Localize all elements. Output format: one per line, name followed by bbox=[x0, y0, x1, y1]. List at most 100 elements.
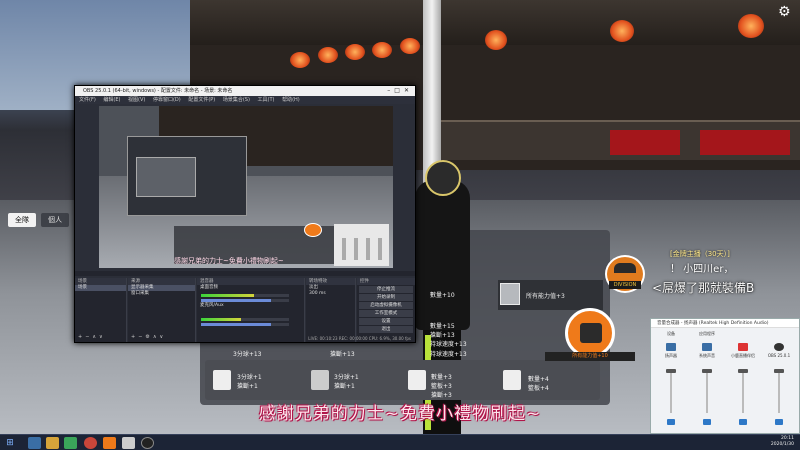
volume-slider[interactable] bbox=[738, 369, 748, 373]
settings-button[interactable]: 设置 bbox=[359, 318, 413, 325]
game-icon[interactable] bbox=[103, 437, 116, 449]
app-icon[interactable] bbox=[64, 437, 77, 449]
mixer-group-label bbox=[727, 331, 759, 343]
ability-line: 籃板+3 bbox=[431, 383, 452, 390]
mixer-column: 应用程序 系统声音 bbox=[691, 331, 723, 431]
ability-line: 3分球+1 bbox=[237, 374, 262, 381]
transitions-header: 转场特效 bbox=[306, 278, 355, 285]
mixer-channel-label: 桌面音频 bbox=[200, 285, 218, 290]
scenes-dock: 场景 场景 +−∧∨ bbox=[75, 278, 127, 342]
mic-slider[interactable] bbox=[201, 323, 289, 326]
window-controls[interactable]: –□✕ bbox=[387, 86, 413, 96]
mixer-channel-name: OBS 25.0.1 bbox=[767, 353, 791, 358]
mixer-group-label: 应用程序 bbox=[699, 331, 715, 336]
volume-slider[interactable] bbox=[666, 369, 676, 373]
ability-line: 搶斷+1 bbox=[237, 383, 258, 390]
ability-line: 數量+10 bbox=[430, 292, 455, 299]
lantern bbox=[400, 38, 420, 54]
exit-button[interactable]: 退出 bbox=[359, 326, 413, 333]
ie-icon[interactable] bbox=[28, 437, 41, 449]
mute-icon[interactable] bbox=[703, 419, 711, 425]
desktop-audio-slider[interactable] bbox=[201, 299, 289, 302]
menu-edit[interactable]: 编辑(E) bbox=[103, 97, 120, 103]
chat-user-badge: [金牌主播（30天）] bbox=[670, 250, 730, 258]
obs-title: OBS 25.0.1 (64-bit, windows) - 配置文件: 未命名… bbox=[83, 88, 233, 94]
menu-help[interactable]: 帮助(H) bbox=[282, 97, 300, 103]
obs-window[interactable]: OBS 25.0.1 (64-bit, windows) - 配置文件: 未命名… bbox=[74, 85, 416, 343]
team-icon bbox=[500, 283, 520, 305]
mixer-channel-label: 麦克风/Aux bbox=[200, 303, 224, 308]
studio-mode-button[interactable]: 工作室模式 bbox=[359, 310, 413, 317]
browser-icon[interactable] bbox=[84, 437, 97, 449]
sources-dock: 来源 显示器采集 窗口采集 +−⚙∧∨ bbox=[128, 278, 196, 342]
menu-file[interactable]: 文件(F) bbox=[79, 97, 96, 103]
menu-view[interactable]: 视图(V) bbox=[128, 97, 145, 103]
ability-line: 數量+15 bbox=[430, 323, 455, 330]
team-ability-header: 所有能力值+3 bbox=[498, 280, 603, 310]
tab-personal[interactable]: 個人 bbox=[41, 213, 69, 227]
thanks-banner: 感謝兄弟的力士~免費小禮物刷起~ bbox=[258, 404, 542, 424]
source-item[interactable]: 窗口采集 bbox=[128, 291, 195, 297]
mixer-channel-name: 小鹿直播伴侣 bbox=[731, 353, 755, 358]
volume-mixer-window[interactable]: 音量合成器 - 扬声器 (Realtek High Definition Aud… bbox=[650, 318, 800, 434]
controls-dock: 控件 停止推流 开始录制 启动虚拟摄像机 工作室模式 设置 退出 bbox=[357, 278, 415, 342]
transition-duration[interactable]: 300 ms bbox=[306, 291, 355, 297]
controls-header: 控件 bbox=[357, 278, 415, 285]
volume-slider[interactable] bbox=[774, 369, 784, 373]
lantern bbox=[485, 30, 507, 50]
start-recording-button[interactable]: 开始录制 bbox=[359, 294, 413, 301]
transitions-dock: 转场特效 淡出 300 ms bbox=[306, 278, 356, 342]
gear-icon[interactable]: ⚙ bbox=[778, 4, 794, 20]
scene-item[interactable]: 场景 bbox=[75, 285, 126, 291]
reward-icon bbox=[213, 370, 231, 390]
mixer-header: 混音器 bbox=[197, 278, 304, 285]
lantern bbox=[610, 20, 634, 42]
clock[interactable]: 20:11 2020/1/30 bbox=[771, 436, 794, 448]
start-icon[interactable]: ⊞ bbox=[4, 437, 16, 449]
ability-line: 搶斷+13 bbox=[330, 351, 355, 358]
ability-line: 3分球+13 bbox=[233, 351, 262, 358]
menu-scene-collection[interactable]: 场景集合(S) bbox=[223, 97, 250, 103]
obs-icon bbox=[774, 343, 784, 351]
tab-team[interactable]: 全隊 bbox=[8, 213, 36, 227]
ability-line: 籃板+4 bbox=[528, 385, 549, 392]
obs-preview[interactable]: 感謝兄弟的力士~免費小禮物刷起~ bbox=[99, 106, 393, 268]
mixer-column: 设备 扬声器 bbox=[655, 331, 687, 431]
clock-date: 2020/1/30 bbox=[770, 442, 794, 447]
virtual-camera-button[interactable]: 启动虚拟摄像机 bbox=[359, 302, 413, 309]
avatar-text: DIVISION bbox=[609, 281, 641, 289]
desktop-audio-meter bbox=[201, 294, 289, 297]
system-sounds-icon bbox=[702, 343, 712, 351]
ability-line: 持球速度+13 bbox=[430, 341, 467, 348]
folder-icon[interactable] bbox=[46, 437, 59, 449]
lantern bbox=[290, 52, 310, 68]
mute-icon[interactable] bbox=[667, 419, 675, 425]
chat-avatar: DIVISION bbox=[605, 255, 645, 293]
team-ability-text: 所有能力值+3 bbox=[526, 293, 565, 300]
red-panel bbox=[700, 130, 790, 155]
menu-tools[interactable]: 工具(T) bbox=[258, 97, 275, 103]
menu-profile[interactable]: 配置文件(P) bbox=[188, 97, 215, 103]
mute-icon[interactable] bbox=[775, 419, 783, 425]
stop-stream-button[interactable]: 停止推流 bbox=[359, 286, 413, 293]
taskbar: ⊞ 20:11 2020/1/30 bbox=[0, 434, 800, 450]
lantern bbox=[372, 42, 392, 58]
nested-preview bbox=[127, 136, 247, 216]
obs-titlebar[interactable]: OBS 25.0.1 (64-bit, windows) - 配置文件: 未命名… bbox=[75, 86, 415, 96]
ability-line: 搶斷+3 bbox=[431, 392, 452, 399]
ability-badge-icon bbox=[565, 308, 615, 358]
mixer-title: 音量合成器 - 扬声器 (Realtek High Definition Aud… bbox=[651, 319, 799, 328]
obs-statusbar: LIVE: 00:10:23 REC: 00:00:00 CPU: 6.9%, … bbox=[308, 336, 411, 341]
lantern bbox=[738, 14, 764, 38]
lantern bbox=[345, 44, 365, 60]
obs-docks: 场景 场景 +−∧∨ 来源 显示器采集 窗口采集 +−⚙∧∨ 混音器 桌面音频 … bbox=[75, 278, 415, 342]
mute-icon[interactable] bbox=[739, 419, 747, 425]
mixer-channel-name: 扬声器 bbox=[665, 353, 677, 358]
obs-taskbar-icon[interactable] bbox=[141, 437, 154, 449]
menu-docks[interactable]: 停靠窗口(D) bbox=[153, 97, 181, 103]
mixer-channel-name: 系统声音 bbox=[699, 353, 715, 358]
volume-slider[interactable] bbox=[702, 369, 712, 373]
mixer-column: 小鹿直播伴侣 bbox=[727, 331, 759, 431]
lantern bbox=[318, 47, 338, 63]
app-icon[interactable] bbox=[122, 437, 135, 449]
